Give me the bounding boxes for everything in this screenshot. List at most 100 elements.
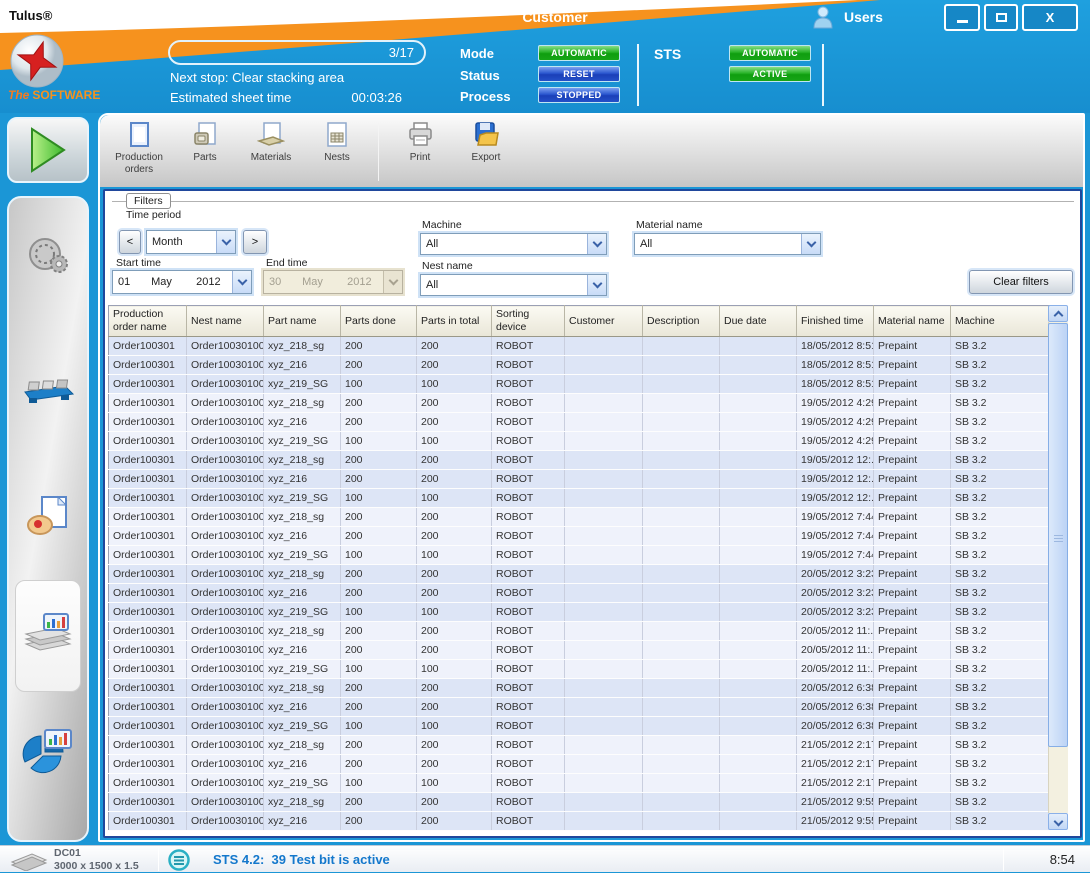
start-day: 01 xyxy=(118,276,148,288)
table-row[interactable]: Order100301Order100301001xyz_218_sg20020… xyxy=(109,451,1051,470)
table-cell: 21/05/2012 2:17 xyxy=(797,755,874,774)
column-header[interactable]: Nest name xyxy=(187,306,264,337)
column-header[interactable]: Parts done xyxy=(341,306,417,337)
users-label: Users xyxy=(844,9,883,25)
table-row[interactable]: Order100301Order100301001xyz_218_sg20020… xyxy=(109,565,1051,584)
scroll-down-button[interactable] xyxy=(1048,813,1068,830)
table-cell: Order100301 xyxy=(109,508,187,527)
table-row[interactable]: Order100301Order100301001xyz_219_SG10010… xyxy=(109,432,1051,451)
table-row[interactable]: Order100301Order100301001xyz_219_SG10010… xyxy=(109,375,1051,394)
toolbar-materials[interactable]: Materials xyxy=(240,121,302,164)
table-cell: 21/05/2012 2:17 xyxy=(797,736,874,755)
sidebar-start-button[interactable] xyxy=(7,117,89,183)
table-cell: SB 3.2 xyxy=(951,717,1051,736)
scrollbar-thumb[interactable] xyxy=(1048,323,1068,747)
nest-name-select[interactable]: All xyxy=(420,274,607,296)
table-row[interactable]: Order100301Order100301001xyz_216200200RO… xyxy=(109,698,1051,717)
table-cell: Order100301001 xyxy=(187,489,264,508)
column-header[interactable]: Part name xyxy=(264,306,341,337)
column-header[interactable]: Production order name xyxy=(109,306,187,337)
sidebar-item-sorting-table[interactable] xyxy=(9,370,87,406)
table-cell xyxy=(643,679,720,698)
maximize-button[interactable] xyxy=(984,4,1018,31)
toolbar-print[interactable]: Print xyxy=(389,121,451,164)
column-header[interactable]: Sorting device xyxy=(492,306,565,337)
table-row[interactable]: Order100301Order100301001xyz_219_SG10010… xyxy=(109,603,1051,622)
estimated-label: Estimated sheet time xyxy=(170,90,291,105)
table-cell xyxy=(643,755,720,774)
table-cell: Prepaint xyxy=(874,812,951,831)
toolbar-nests[interactable]: Nests xyxy=(306,121,368,164)
table-row[interactable]: Order100301Order100301001xyz_219_SG10010… xyxy=(109,717,1051,736)
period-prev-button[interactable]: < xyxy=(119,230,141,254)
table-cell: Prepaint xyxy=(874,413,951,432)
table-cell: xyz_218_sg xyxy=(264,337,341,356)
table-cell: Prepaint xyxy=(874,356,951,375)
table-cell: 21/05/2012 2:17 xyxy=(797,774,874,793)
table-cell xyxy=(565,736,643,755)
table-row[interactable]: Order100301Order100301001xyz_218_sg20020… xyxy=(109,679,1051,698)
table-row[interactable]: Order100301Order100301001xyz_216200200RO… xyxy=(109,641,1051,660)
table-cell: Order100301 xyxy=(109,394,187,413)
table-row[interactable]: Order100301Order100301001xyz_218_sg20020… xyxy=(109,793,1051,812)
table-cell: Prepaint xyxy=(874,641,951,660)
time-period-select[interactable]: Month xyxy=(146,230,236,254)
table-scrollbar[interactable] xyxy=(1048,305,1068,830)
table-cell: Prepaint xyxy=(874,527,951,546)
close-button[interactable]: X xyxy=(1022,4,1078,31)
table-row[interactable]: Order100301Order100301001xyz_219_SG10010… xyxy=(109,489,1051,508)
toolbar-export[interactable]: Export xyxy=(455,121,517,164)
table-row[interactable]: Order100301Order100301001xyz_219_SG10010… xyxy=(109,546,1051,565)
sidebar-item-reports[interactable] xyxy=(15,580,81,692)
table-cell xyxy=(720,356,797,375)
table-cell: 200 xyxy=(417,793,492,812)
table-cell: SB 3.2 xyxy=(951,489,1051,508)
scroll-up-button[interactable] xyxy=(1048,305,1068,322)
column-header[interactable]: Parts in total xyxy=(417,306,492,337)
pie-chart-icon xyxy=(21,726,75,776)
table-row[interactable]: Order100301Order100301001xyz_216200200RO… xyxy=(109,584,1051,603)
column-header[interactable]: Due date xyxy=(720,306,797,337)
table-cell: 100 xyxy=(341,603,417,622)
column-header[interactable]: Finished time xyxy=(797,306,874,337)
toolbar-label: Nests xyxy=(324,152,350,164)
column-header[interactable]: Customer xyxy=(565,306,643,337)
table-row[interactable]: Order100301Order100301001xyz_218_sg20020… xyxy=(109,394,1051,413)
sheet-progress-bar: 3/17 xyxy=(168,40,426,65)
table-cell: Order100301001 xyxy=(187,432,264,451)
table-cell: Prepaint xyxy=(874,432,951,451)
table-row[interactable]: Order100301Order100301001xyz_219_SG10010… xyxy=(109,774,1051,793)
period-next-button[interactable]: > xyxy=(243,230,267,254)
table-cell xyxy=(720,755,797,774)
table-row[interactable]: Order100301Order100301001xyz_216200200RO… xyxy=(109,755,1051,774)
machine-select[interactable]: All xyxy=(420,233,607,255)
table-cell: 100 xyxy=(341,717,417,736)
users-menu[interactable]: Users xyxy=(812,5,883,29)
column-header[interactable]: Material name xyxy=(874,306,951,337)
table-cell xyxy=(565,622,643,641)
table-cell: 200 xyxy=(341,641,417,660)
sidebar-item-statistics[interactable] xyxy=(9,726,87,776)
start-time-select[interactable]: 01 May 2012 xyxy=(112,270,252,294)
toolbar-parts[interactable]: Parts xyxy=(174,121,236,164)
sidebar-item-machine-settings[interactable] xyxy=(9,234,87,278)
sidebar-item-manual-sorting[interactable] xyxy=(9,493,87,541)
clear-filters-button[interactable]: Clear filters xyxy=(969,270,1073,294)
column-header[interactable]: Machine xyxy=(951,306,1051,337)
table-cell: Prepaint xyxy=(874,603,951,622)
table-row[interactable]: Order100301Order100301001xyz_216200200RO… xyxy=(109,413,1051,432)
next-stop-text: Next stop: Clear stacking area xyxy=(170,70,344,85)
table-row[interactable]: Order100301Order100301001xyz_216200200RO… xyxy=(109,356,1051,375)
column-header[interactable]: Description xyxy=(643,306,720,337)
table-row[interactable]: Order100301Order100301001xyz_216200200RO… xyxy=(109,812,1051,831)
material-name-select[interactable]: All xyxy=(634,233,821,255)
table-row[interactable]: Order100301Order100301001xyz_219_SG10010… xyxy=(109,660,1051,679)
table-row[interactable]: Order100301Order100301001xyz_218_sg20020… xyxy=(109,736,1051,755)
table-row[interactable]: Order100301Order100301001xyz_218_sg20020… xyxy=(109,337,1051,356)
toolbar-production-orders[interactable]: Production orders xyxy=(108,121,170,175)
minimize-button[interactable] xyxy=(944,4,980,31)
table-row[interactable]: Order100301Order100301001xyz_216200200RO… xyxy=(109,470,1051,489)
table-row[interactable]: Order100301Order100301001xyz_216200200RO… xyxy=(109,527,1051,546)
table-row[interactable]: Order100301Order100301001xyz_218_sg20020… xyxy=(109,508,1051,527)
table-row[interactable]: Order100301Order100301001xyz_218_sg20020… xyxy=(109,622,1051,641)
